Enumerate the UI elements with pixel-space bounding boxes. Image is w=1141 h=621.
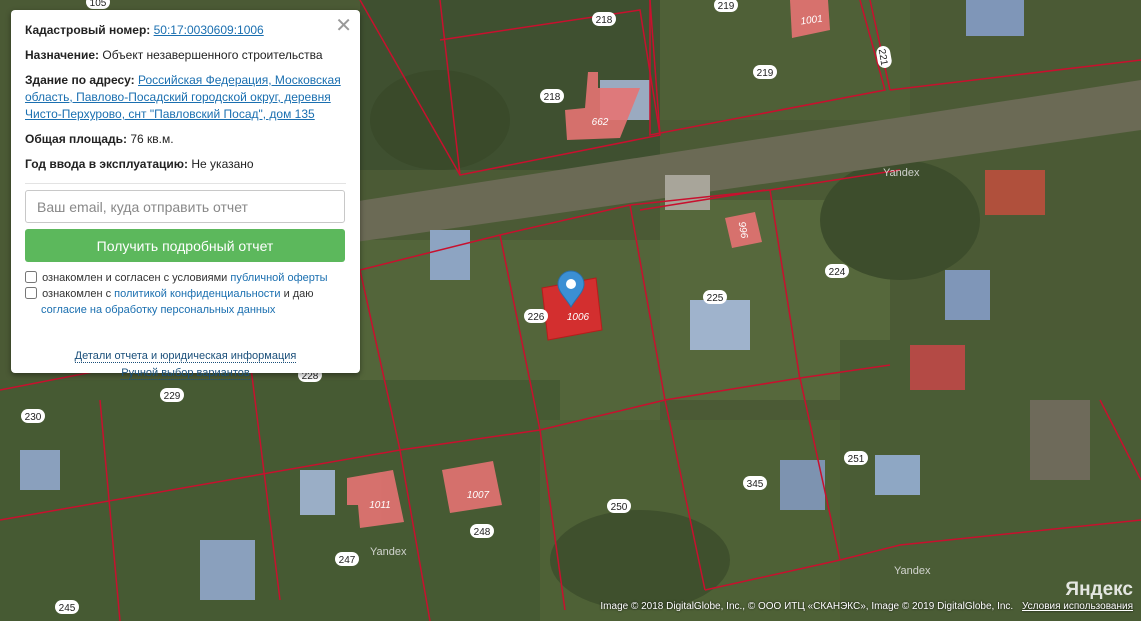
svg-text:219: 219 bbox=[718, 1, 735, 12]
year-label: Год ввода в эксплуатацию: bbox=[25, 157, 189, 171]
parcel-label: 248 bbox=[470, 524, 494, 538]
area-row: Общая площадь: 76 кв.м. bbox=[25, 131, 346, 148]
purpose-row: Назначение: Объект незавершенного строит… bbox=[25, 47, 346, 64]
parcel-label: 218 bbox=[592, 12, 616, 26]
report-details-link[interactable]: Детали отчета и юридическая информация bbox=[74, 350, 297, 363]
parcel-label: 219 bbox=[714, 0, 738, 12]
svg-text:250: 250 bbox=[611, 502, 628, 513]
svg-text:225: 225 bbox=[707, 293, 724, 304]
parcel-label: 245 bbox=[55, 600, 79, 614]
parcel-label: 1011 bbox=[369, 500, 391, 511]
privacy-mid-text: и даю bbox=[283, 288, 314, 300]
parcel-label: 226 bbox=[524, 309, 548, 323]
svg-text:229: 229 bbox=[164, 391, 181, 402]
svg-text:245: 245 bbox=[59, 603, 76, 614]
svg-text:218: 218 bbox=[544, 92, 561, 103]
close-icon[interactable]: ✕ bbox=[335, 16, 352, 36]
yandex-logo: Яндекс bbox=[1065, 579, 1133, 600]
terms-of-use-link[interactable]: Условия использования bbox=[1022, 601, 1133, 612]
parcel-label-selected: 1006 bbox=[567, 312, 590, 323]
parcel-label: 225 bbox=[703, 290, 727, 304]
purpose-label: Назначение: bbox=[25, 48, 100, 62]
parcel-label: 250 bbox=[607, 499, 631, 513]
svg-text:230: 230 bbox=[25, 412, 42, 423]
purpose-value: Объект незавершенного строительства bbox=[102, 48, 323, 62]
parcel-label: 230 bbox=[21, 409, 45, 423]
map-watermark: Yandex bbox=[883, 167, 920, 179]
area-value: 76 кв.м. bbox=[130, 132, 174, 146]
map-copyright: Image © 2018 DigitalGlobe, Inc., © ООО И… bbox=[600, 601, 1133, 612]
privacy-text: ознакомлен с bbox=[42, 288, 112, 300]
offer-checkbox[interactable] bbox=[25, 271, 37, 283]
get-report-button[interactable]: Получить подробный отчет bbox=[25, 229, 345, 262]
address-row: Здание по адресу: Российская Федерация, … bbox=[25, 72, 346, 123]
parcel-label: 229 bbox=[160, 388, 184, 402]
area-label: Общая площадь: bbox=[25, 132, 128, 146]
svg-text:345: 345 bbox=[747, 479, 764, 490]
email-field[interactable] bbox=[25, 190, 345, 223]
offer-text: ознакомлен и согласен с условиями bbox=[42, 272, 228, 284]
svg-text:224: 224 bbox=[829, 267, 846, 278]
svg-text:105: 105 bbox=[90, 0, 107, 9]
svg-text:219: 219 bbox=[757, 68, 774, 79]
parcel-label: 105 bbox=[86, 0, 110, 9]
cadastral-row: Кадастровый номер: 50:17:0030609:1006 bbox=[25, 22, 346, 39]
svg-text:248: 248 bbox=[474, 527, 491, 538]
cadastral-label: Кадастровый номер: bbox=[25, 23, 151, 37]
year-value: Не указано bbox=[191, 157, 254, 171]
parcel-label: 224 bbox=[825, 264, 849, 278]
privacy-agreement: ознакомлен с политикой конфиденциальност… bbox=[25, 286, 346, 318]
copyright-text: Image © 2018 DigitalGlobe, Inc., © ООО И… bbox=[600, 601, 1014, 612]
svg-text:218: 218 bbox=[596, 15, 613, 26]
parcel-label: 251 bbox=[844, 451, 868, 465]
address-label: Здание по адресу: bbox=[25, 73, 135, 87]
personal-data-consent-link[interactable]: согласие на обработку персональных данны… bbox=[41, 304, 275, 316]
svg-text:226: 226 bbox=[528, 312, 545, 323]
map-watermark: Yandex bbox=[894, 565, 931, 577]
parcel-label: 218 bbox=[540, 89, 564, 103]
offer-agreement: ознакомлен и согласен с условиями публич… bbox=[25, 270, 346, 286]
divider bbox=[25, 183, 346, 184]
manual-selection-link[interactable]: Ручной выбор вариантов bbox=[121, 367, 250, 380]
map-watermark: Yandex bbox=[370, 546, 407, 558]
parcel-label: 219 bbox=[753, 65, 777, 79]
parcel-label: 1007 bbox=[467, 490, 490, 501]
cadastral-number-link[interactable]: 50:17:0030609:1006 bbox=[154, 23, 264, 37]
popup-footer-links: Детали отчета и юридическая информация Р… bbox=[25, 348, 346, 382]
public-offer-link[interactable]: публичной оферты bbox=[230, 272, 327, 284]
svg-text:247: 247 bbox=[339, 555, 356, 566]
parcel-info-popup: ✕ Кадастровый номер: 50:17:0030609:1006 … bbox=[11, 10, 360, 380]
svg-text:251: 251 bbox=[848, 454, 865, 465]
privacy-policy-link[interactable]: политикой конфиденциальности bbox=[114, 288, 280, 300]
year-row: Год ввода в эксплуатацию: Не указано bbox=[25, 156, 346, 173]
parcel-label: 247 bbox=[335, 552, 359, 566]
parcel-label: 345 bbox=[743, 476, 767, 490]
privacy-checkbox[interactable] bbox=[25, 287, 37, 299]
parcel-label: 662 bbox=[592, 117, 609, 128]
